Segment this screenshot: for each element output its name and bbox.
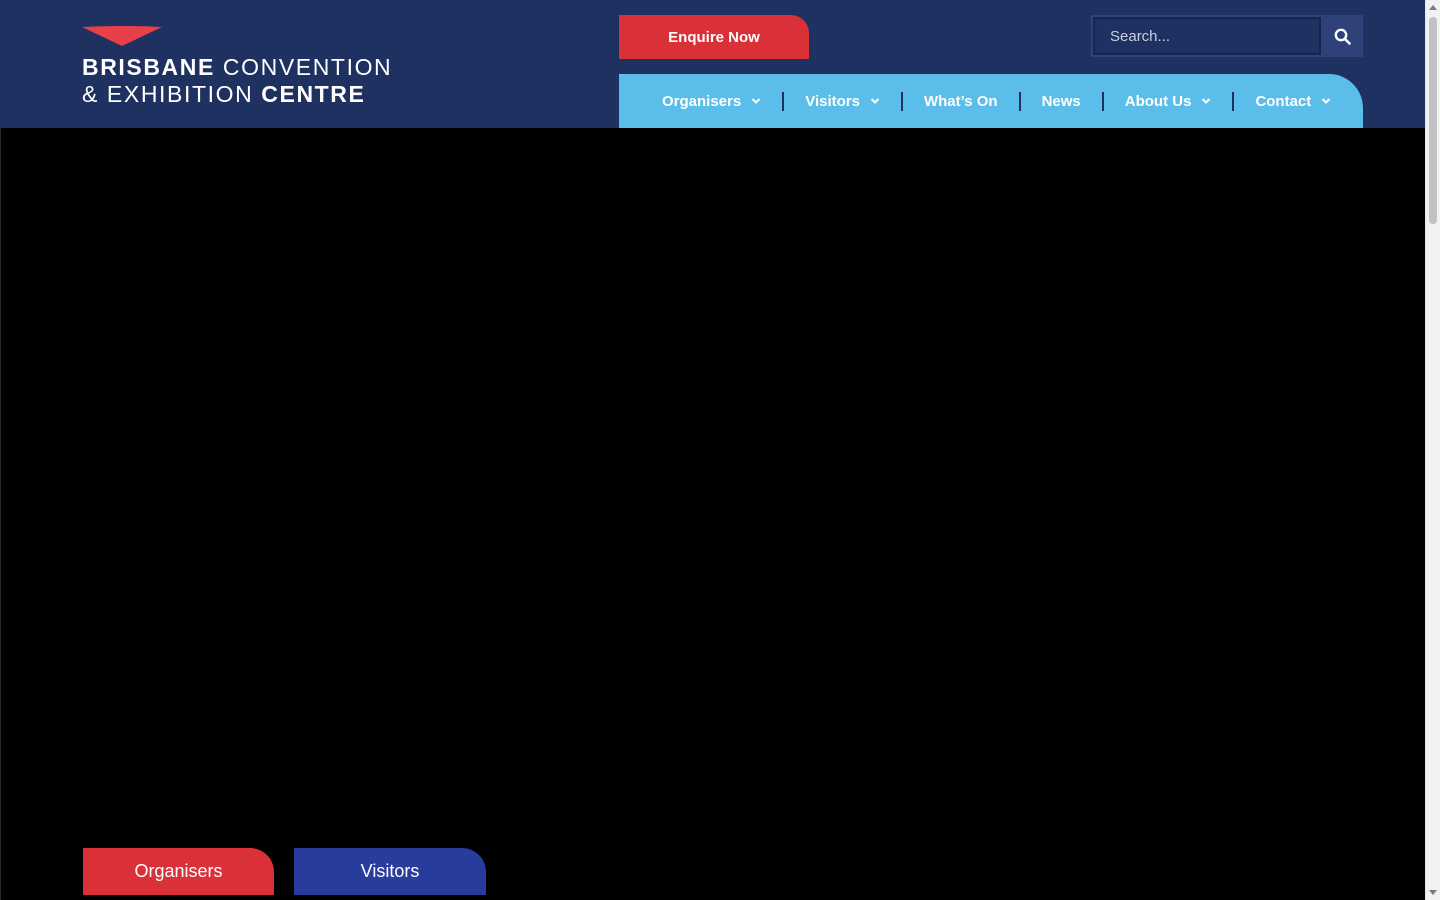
chevron-down-icon: [870, 98, 880, 104]
logo-text-centre: CENTRE: [261, 81, 366, 107]
visitors-button[interactable]: Visitors: [294, 848, 486, 895]
nav-item-label: Organisers: [662, 92, 742, 110]
organisers-button[interactable]: Organisers: [83, 848, 274, 895]
nav-item-visitors[interactable]: Visitors: [784, 93, 901, 110]
nav-item-news[interactable]: News: [1021, 93, 1102, 110]
logo-text-exhibition: & EXHIBITION: [82, 81, 254, 107]
nav-item-label: About Us: [1124, 92, 1192, 110]
main-nav: Organisers Visitors What’s On News About…: [619, 74, 1363, 128]
chevron-down-icon: [1202, 98, 1211, 104]
nav-item-about-us[interactable]: About Us: [1104, 93, 1233, 110]
search-button[interactable]: [1321, 17, 1363, 55]
logo-mark-icon: [82, 26, 162, 46]
scroll-down-arrow-icon[interactable]: [1429, 890, 1437, 895]
logo-text-convention: CONVENTION: [222, 54, 393, 80]
nav-item-contact[interactable]: Contact: [1234, 93, 1352, 110]
nav-item-organisers[interactable]: Organisers: [641, 93, 782, 110]
search-icon: [1334, 28, 1351, 45]
site-header: BRISBANE CONVENTION & EXHIBITION CENTRE …: [0, 0, 1425, 128]
nav-item-label: What’s On: [923, 92, 998, 110]
nav-item-label: Visitors: [805, 92, 860, 110]
hero-video-area: [0, 128, 1425, 900]
chevron-down-icon: [1322, 98, 1331, 104]
page-scrollbar[interactable]: [1425, 0, 1440, 900]
logo-text-brisbane: BRISBANE: [82, 54, 215, 80]
logo-line-1: BRISBANE CONVENTION: [82, 56, 392, 79]
logo-line-2: & EXHIBITION CENTRE: [82, 83, 365, 106]
chevron-down-icon: [752, 98, 761, 104]
enquire-now-button[interactable]: Enquire Now: [619, 15, 809, 59]
search-input[interactable]: [1093, 17, 1321, 55]
search-form: [1091, 15, 1363, 57]
nav-item-label: News: [1041, 92, 1081, 110]
nav-item-label: Contact: [1255, 92, 1312, 110]
nav-item-whats-on[interactable]: What’s On: [903, 93, 1019, 110]
scroll-up-arrow-icon[interactable]: [1429, 5, 1437, 10]
scroll-thumb[interactable]: [1429, 17, 1437, 224]
site-logo[interactable]: BRISBANE CONVENTION & EXHIBITION CENTRE: [82, 26, 412, 106]
